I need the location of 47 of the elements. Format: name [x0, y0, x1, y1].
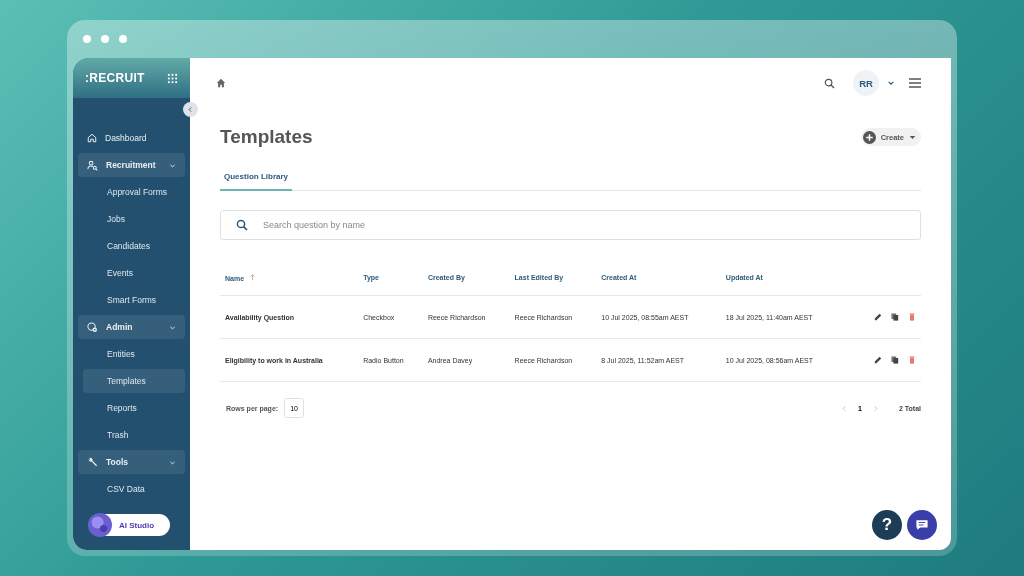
menu-icon[interactable]: [909, 78, 921, 88]
person-search-icon: [87, 159, 98, 171]
chevron-left-icon: [187, 106, 194, 113]
nav-group[interactable]: Admin: [78, 315, 185, 339]
nav-subitem[interactable]: CSV Data: [83, 477, 185, 501]
orb-icon: [88, 513, 112, 537]
plus-icon: [862, 130, 876, 144]
edit-icon[interactable]: [874, 312, 883, 321]
collapse-button[interactable]: [183, 102, 198, 117]
page-title: Templates: [220, 126, 313, 148]
nav-subitem[interactable]: Jobs: [83, 207, 185, 231]
caret-icon: [909, 133, 916, 141]
nav-subitem[interactable]: Templates: [83, 369, 185, 393]
nav-subitem[interactable]: Events: [83, 261, 185, 285]
chevron-icon[interactable]: [887, 79, 895, 87]
copy-icon[interactable]: [891, 312, 900, 321]
apps-grid-icon[interactable]: [167, 72, 178, 84]
window-dot: [101, 35, 109, 43]
nav-subitem[interactable]: Entities: [83, 342, 185, 366]
nav-subitem[interactable]: Smart Forms: [83, 288, 185, 312]
search-icon: [236, 219, 248, 231]
user-avatar[interactable]: RR: [853, 70, 879, 96]
wrench-icon: [87, 456, 98, 468]
chat-button[interactable]: [907, 510, 937, 540]
window-dot: [83, 35, 91, 43]
nav-group[interactable]: Tools: [78, 450, 185, 474]
window-dot: [119, 35, 127, 43]
search-input[interactable]: Search question by name: [261, 219, 905, 231]
help-button[interactable]: ?: [872, 510, 902, 540]
nav-item[interactable]: Dashboard: [78, 126, 185, 150]
delete-icon[interactable]: [908, 355, 916, 364]
logo: :RECRUIT: [85, 71, 145, 85]
edit-icon[interactable]: [874, 355, 883, 364]
delete-icon[interactable]: [908, 312, 916, 321]
nav-subitem[interactable]: Approval Forms: [83, 180, 185, 204]
nav-group[interactable]: Recruitment: [78, 153, 185, 177]
tab[interactable]: Question Library: [220, 166, 292, 191]
search-field[interactable]: Search question by name: [220, 210, 921, 240]
nav-subitem[interactable]: Candidates: [83, 234, 185, 258]
gear-icon: [87, 321, 98, 333]
home-icon: [87, 133, 97, 143]
home-icon[interactable]: [216, 78, 226, 88]
nav-subitem[interactable]: Trash: [83, 423, 185, 447]
nav-subitem[interactable]: Reports: [83, 396, 185, 420]
search-icon[interactable]: [824, 77, 835, 89]
chat-icon: [914, 517, 930, 533]
copy-icon[interactable]: [891, 355, 900, 364]
